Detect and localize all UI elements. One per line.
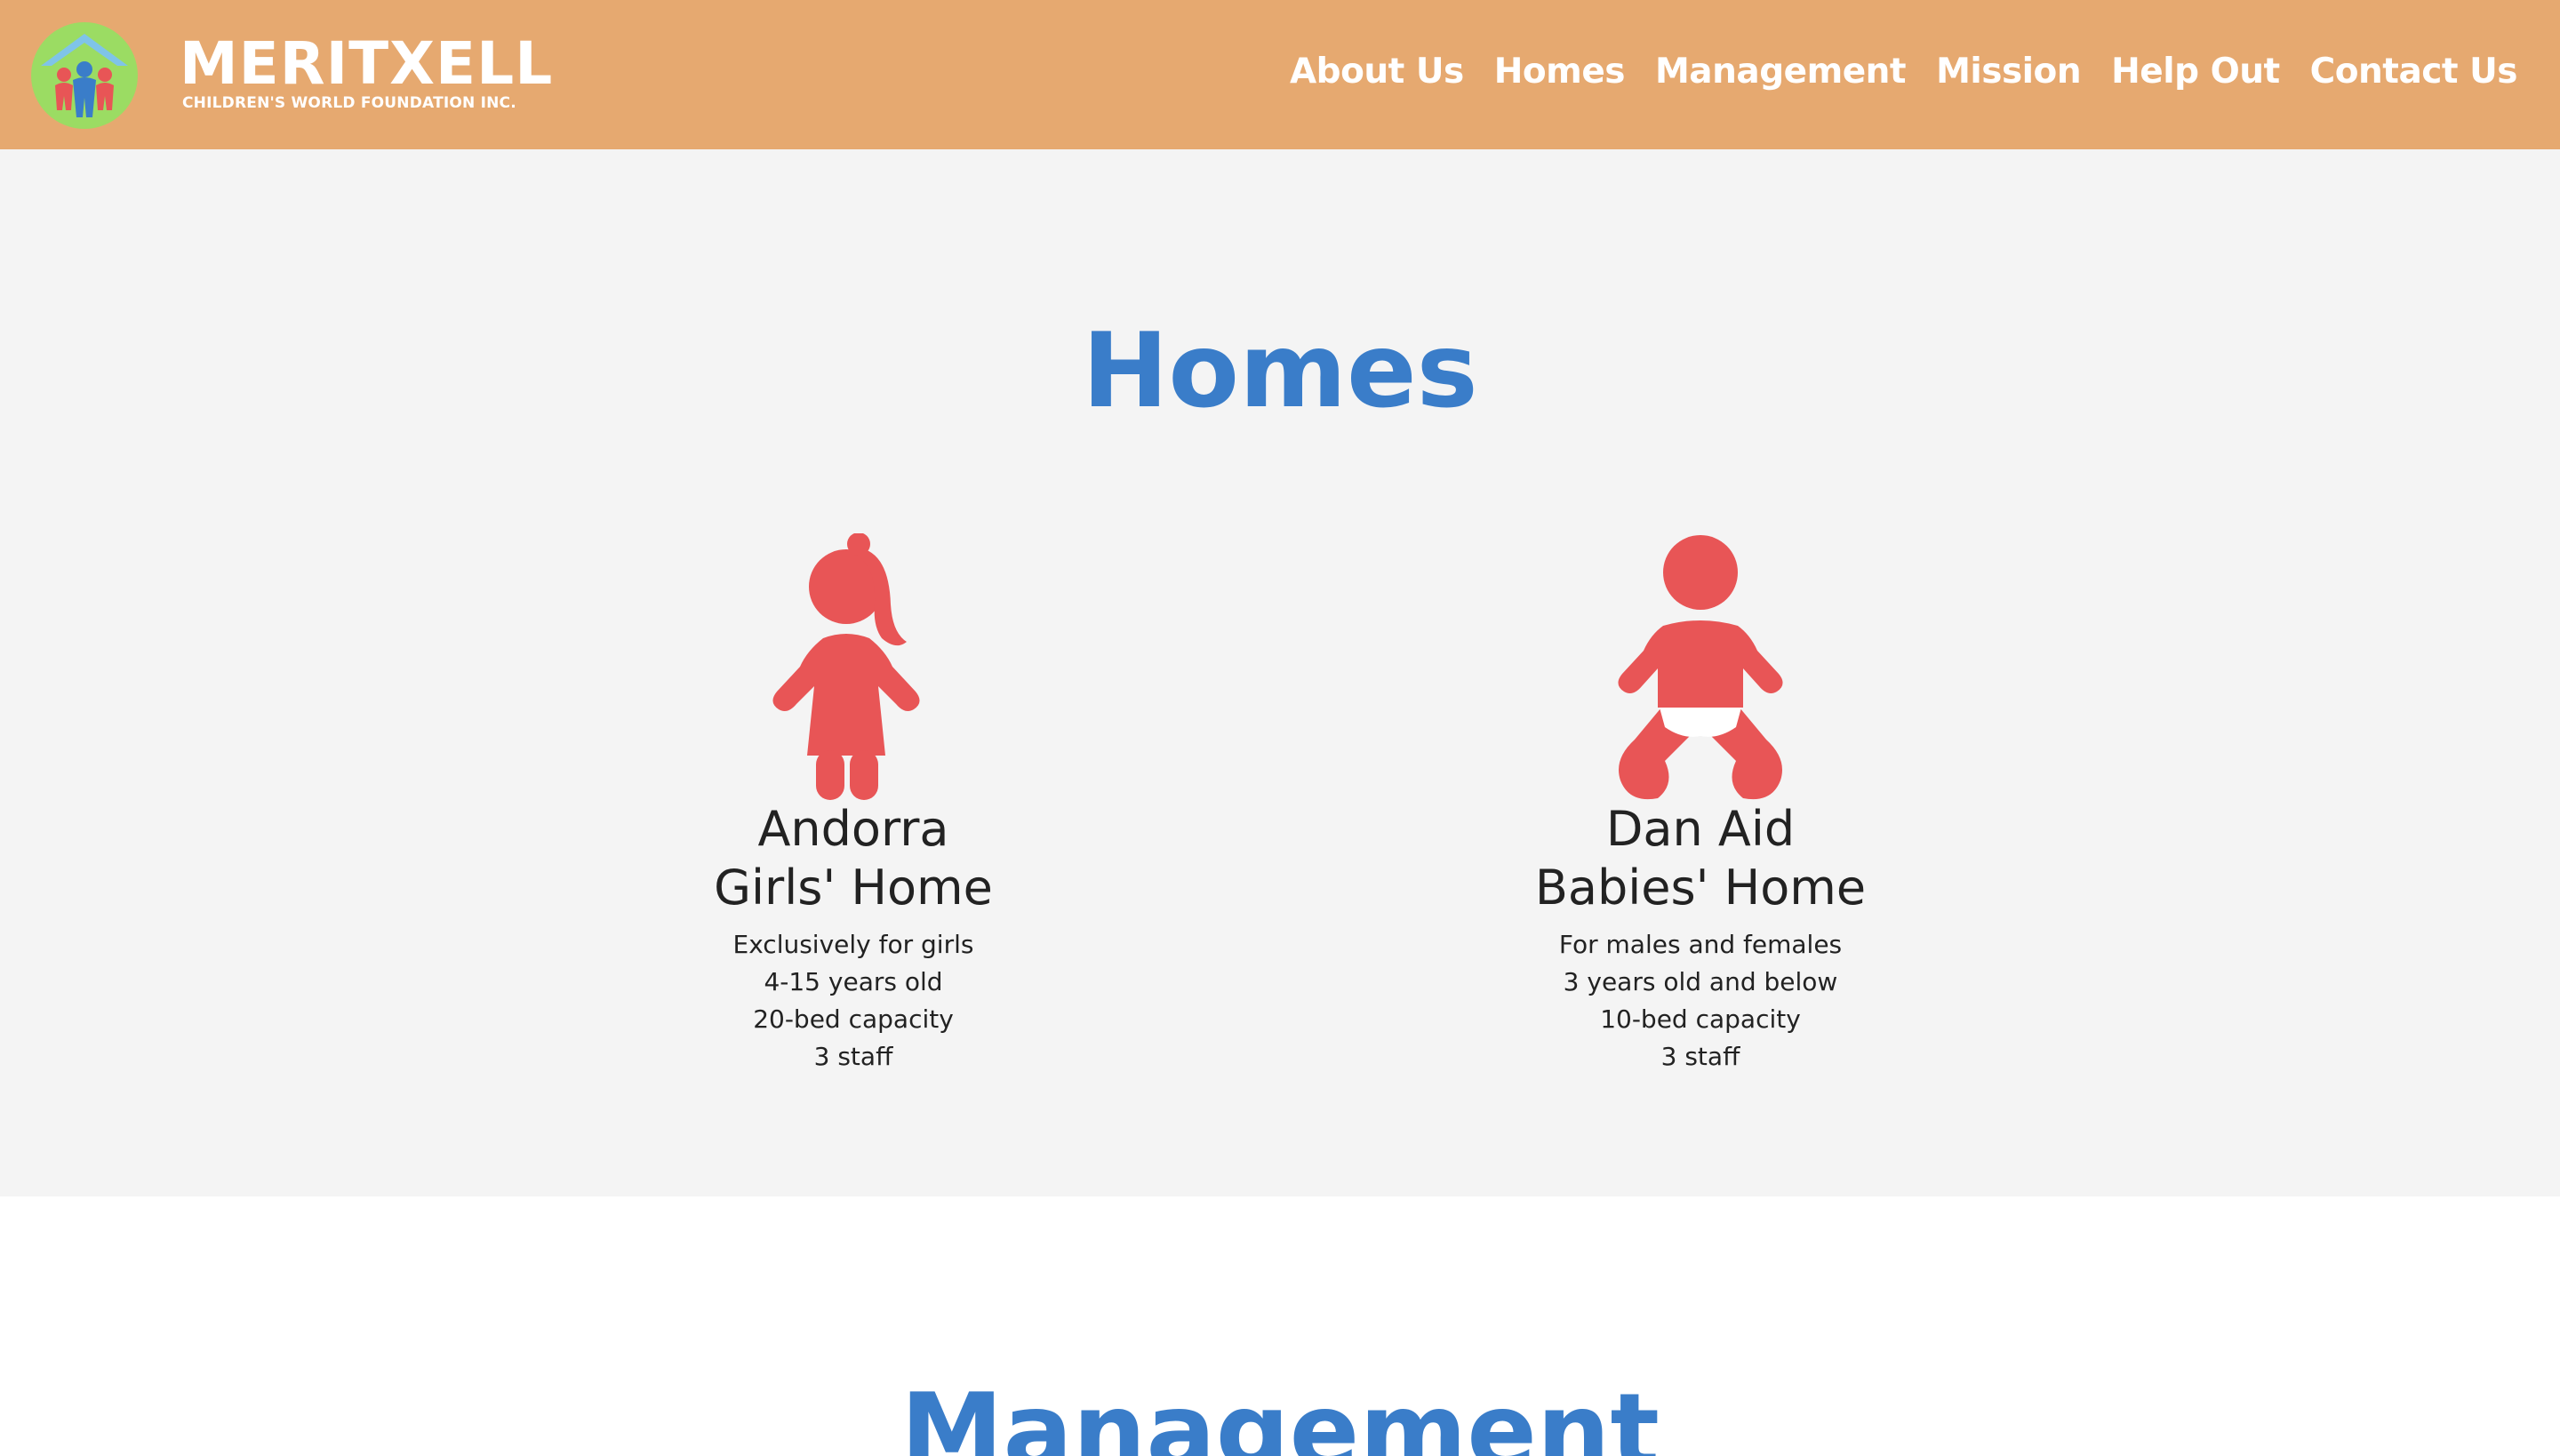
home-card-detail: 4-15 years old: [764, 967, 943, 996]
home-card-title: Dan Aid Babies' Home: [1469, 800, 1932, 917]
home-card-detail: For males and females: [1558, 930, 1843, 959]
home-card-title-line1: Andorra: [757, 801, 949, 857]
home-card-detail: 3 years old and below: [1563, 967, 1838, 996]
nav-management[interactable]: Management: [1655, 50, 1907, 94]
nav-about-us[interactable]: About Us: [1290, 50, 1464, 94]
nav-contact-us[interactable]: Contact Us: [2310, 50, 2518, 94]
home-card-details: For males and females 3 years old and be…: [1469, 926, 1932, 1076]
main-nav: About Us Homes Management Mission Help O…: [1290, 50, 2518, 94]
home-card-dan-aid: Dan Aid Babies' Home For males and femal…: [1469, 533, 1932, 1076]
logo-icon[interactable]: [30, 21, 139, 130]
nav-homes[interactable]: Homes: [1494, 50, 1626, 94]
management-title: Management: [900, 1372, 1660, 1456]
girl-icon: [772, 533, 920, 800]
home-card-title-line2: Girls' Home: [714, 860, 993, 916]
brand-subtitle: CHILDREN'S WORLD FOUNDATION INC.: [182, 94, 516, 112]
homes-title: Homes: [1082, 311, 1478, 431]
home-card-title-line2: Babies' Home: [1534, 860, 1867, 916]
nav-mission[interactable]: Mission: [1936, 50, 2082, 94]
home-card-detail: 10-bed capacity: [1600, 1004, 1801, 1034]
homes-section: Homes Andorra Girls' Home Exclusively fo…: [0, 149, 2560, 1196]
baby-icon: [1618, 535, 1783, 800]
home-card-detail: 20-bed capacity: [753, 1004, 954, 1034]
home-card-title-line1: Dan Aid: [1605, 801, 1796, 857]
management-section: Management: [0, 1196, 2560, 1456]
home-card-detail: 3 staff: [813, 1042, 893, 1071]
site-header: MERITXELL CHILDREN'S WORLD FOUNDATION IN…: [0, 0, 2560, 149]
home-card-details: Exclusively for girls 4-15 years old 20-…: [622, 926, 1084, 1076]
home-card-detail: Exclusively for girls: [732, 930, 974, 959]
home-card-andorra: Andorra Girls' Home Exclusively for girl…: [622, 533, 1084, 1076]
home-card-detail: 3 staff: [1660, 1042, 1740, 1071]
nav-help-out[interactable]: Help Out: [2111, 50, 2280, 94]
brand-name[interactable]: MERITXELL: [180, 32, 553, 96]
home-card-title: Andorra Girls' Home: [622, 800, 1084, 917]
